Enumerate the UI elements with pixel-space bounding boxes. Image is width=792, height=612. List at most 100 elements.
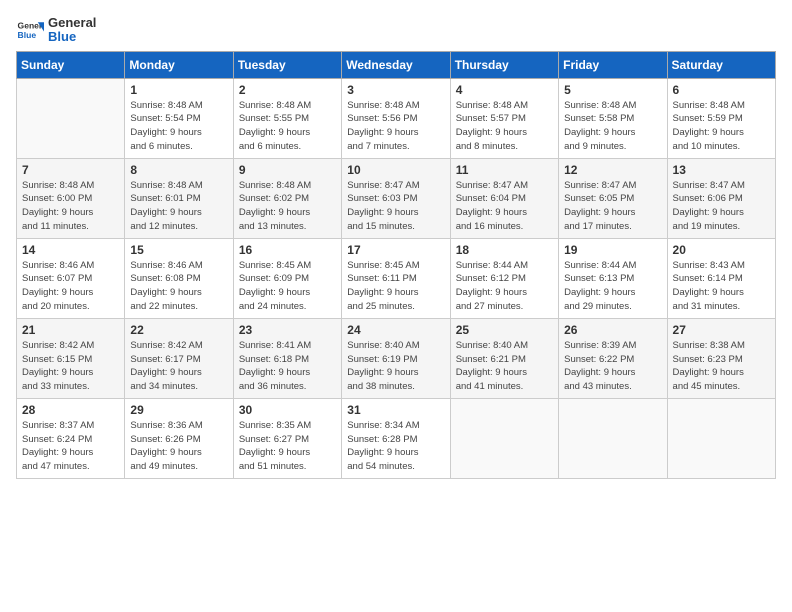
weekday-header-monday: Monday	[125, 51, 233, 78]
day-number: 7	[22, 163, 119, 177]
day-info: Sunrise: 8:47 AMSunset: 6:04 PMDaylight:…	[456, 179, 553, 234]
day-info: Sunrise: 8:44 AMSunset: 6:12 PMDaylight:…	[456, 259, 553, 314]
weekday-header-tuesday: Tuesday	[233, 51, 341, 78]
weekday-header-row: SundayMondayTuesdayWednesdayThursdayFrid…	[17, 51, 776, 78]
day-number: 5	[564, 83, 661, 97]
day-info: Sunrise: 8:48 AMSunset: 5:56 PMDaylight:…	[347, 99, 444, 154]
logo-general: General	[48, 16, 96, 30]
day-info: Sunrise: 8:34 AMSunset: 6:28 PMDaylight:…	[347, 419, 444, 474]
calendar-cell	[450, 398, 558, 478]
day-number: 29	[130, 403, 227, 417]
calendar-cell: 28 Sunrise: 8:37 AMSunset: 6:24 PMDayligh…	[17, 398, 125, 478]
day-info: Sunrise: 8:47 AMSunset: 6:05 PMDaylight:…	[564, 179, 661, 234]
calendar-cell: 12 Sunrise: 8:47 AMSunset: 6:05 PMDayligh…	[559, 158, 667, 238]
calendar-cell: 27 Sunrise: 8:38 AMSunset: 6:23 PMDayligh…	[667, 318, 775, 398]
weekday-header-wednesday: Wednesday	[342, 51, 450, 78]
day-number: 20	[673, 243, 770, 257]
day-number: 10	[347, 163, 444, 177]
calendar-cell: 10 Sunrise: 8:47 AMSunset: 6:03 PMDayligh…	[342, 158, 450, 238]
calendar-cell: 20 Sunrise: 8:43 AMSunset: 6:14 PMDayligh…	[667, 238, 775, 318]
calendar-week-row: 14 Sunrise: 8:46 AMSunset: 6:07 PMDayligh…	[17, 238, 776, 318]
day-number: 26	[564, 323, 661, 337]
calendar-cell: 15 Sunrise: 8:46 AMSunset: 6:08 PMDayligh…	[125, 238, 233, 318]
calendar-cell: 30Sunrise: 8:35 AMSunset: 6:27 PMDayligh…	[233, 398, 341, 478]
weekday-header-friday: Friday	[559, 51, 667, 78]
day-info: Sunrise: 8:40 AMSunset: 6:19 PMDaylight:…	[347, 339, 444, 394]
calendar-cell: 4 Sunrise: 8:48 AMSunset: 5:57 PMDaylight…	[450, 78, 558, 158]
day-info: Sunrise: 8:41 AMSunset: 6:18 PMDaylight:…	[239, 339, 336, 394]
day-number: 18	[456, 243, 553, 257]
calendar-cell: 31 Sunrise: 8:34 AMSunset: 6:28 PMDayligh…	[342, 398, 450, 478]
day-number: 4	[456, 83, 553, 97]
calendar-cell: 24 Sunrise: 8:40 AMSunset: 6:19 PMDayligh…	[342, 318, 450, 398]
logo-icon: General Blue	[16, 16, 44, 44]
day-number: 23	[239, 323, 336, 337]
day-info: Sunrise: 8:46 AMSunset: 6:07 PMDaylight:…	[22, 259, 119, 314]
calendar-cell: 14 Sunrise: 8:46 AMSunset: 6:07 PMDayligh…	[17, 238, 125, 318]
day-number: 15	[130, 243, 227, 257]
calendar-cell: 9 Sunrise: 8:48 AMSunset: 6:02 PMDaylight…	[233, 158, 341, 238]
day-number: 9	[239, 163, 336, 177]
calendar-cell: 18 Sunrise: 8:44 AMSunset: 6:12 PMDayligh…	[450, 238, 558, 318]
day-number: 30	[239, 403, 336, 417]
day-info: Sunrise: 8:43 AMSunset: 6:14 PMDaylight:…	[673, 259, 770, 314]
day-info: Sunrise: 8:48 AMSunset: 5:57 PMDaylight:…	[456, 99, 553, 154]
calendar-cell: 17Sunrise: 8:45 AMSunset: 6:11 PMDayligh…	[342, 238, 450, 318]
header-area: General Blue General Blue	[16, 16, 776, 45]
weekday-header-sunday: Sunday	[17, 51, 125, 78]
day-number: 11	[456, 163, 553, 177]
day-info: Sunrise: 8:42 AMSunset: 6:17 PMDaylight:…	[130, 339, 227, 394]
day-number: 19	[564, 243, 661, 257]
calendar-week-row: 1Sunrise: 8:48 AMSunset: 5:54 PMDaylight…	[17, 78, 776, 158]
day-info: Sunrise: 8:48 AMSunset: 5:54 PMDaylight:…	[130, 99, 227, 154]
calendar-cell: 19Sunrise: 8:44 AMSunset: 6:13 PMDayligh…	[559, 238, 667, 318]
logo-blue: Blue	[48, 30, 96, 44]
day-number: 21	[22, 323, 119, 337]
calendar-cell: 2Sunrise: 8:48 AMSunset: 5:55 PMDaylight…	[233, 78, 341, 158]
day-number: 24	[347, 323, 444, 337]
day-number: 3	[347, 83, 444, 97]
day-number: 6	[673, 83, 770, 97]
day-info: Sunrise: 8:47 AMSunset: 6:06 PMDaylight:…	[673, 179, 770, 234]
calendar-week-row: 21Sunrise: 8:42 AMSunset: 6:15 PMDayligh…	[17, 318, 776, 398]
day-info: Sunrise: 8:48 AMSunset: 6:01 PMDaylight:…	[130, 179, 227, 234]
calendar-cell: 26Sunrise: 8:39 AMSunset: 6:22 PMDayligh…	[559, 318, 667, 398]
day-info: Sunrise: 8:37 AMSunset: 6:24 PMDaylight:…	[22, 419, 119, 474]
day-info: Sunrise: 8:48 AMSunset: 5:58 PMDaylight:…	[564, 99, 661, 154]
calendar-cell	[17, 78, 125, 158]
day-number: 28	[22, 403, 119, 417]
day-number: 12	[564, 163, 661, 177]
calendar-cell: 13 Sunrise: 8:47 AMSunset: 6:06 PMDayligh…	[667, 158, 775, 238]
calendar-cell: 8 Sunrise: 8:48 AMSunset: 6:01 PMDaylight…	[125, 158, 233, 238]
calendar-cell: 21Sunrise: 8:42 AMSunset: 6:15 PMDayligh…	[17, 318, 125, 398]
calendar-cell: 25Sunrise: 8:40 AMSunset: 6:21 PMDayligh…	[450, 318, 558, 398]
calendar-cell: 7Sunrise: 8:48 AMSunset: 6:00 PMDaylight…	[17, 158, 125, 238]
day-info: Sunrise: 8:47 AMSunset: 6:03 PMDaylight:…	[347, 179, 444, 234]
day-number: 8	[130, 163, 227, 177]
calendar-cell: 1Sunrise: 8:48 AMSunset: 5:54 PMDaylight…	[125, 78, 233, 158]
day-info: Sunrise: 8:46 AMSunset: 6:08 PMDaylight:…	[130, 259, 227, 314]
calendar-cell: 3 Sunrise: 8:48 AMSunset: 5:56 PMDaylight…	[342, 78, 450, 158]
weekday-header-saturday: Saturday	[667, 51, 775, 78]
calendar-cell	[667, 398, 775, 478]
day-number: 13	[673, 163, 770, 177]
calendar-table: SundayMondayTuesdayWednesdayThursdayFrid…	[16, 51, 776, 479]
day-number: 22	[130, 323, 227, 337]
day-info: Sunrise: 8:40 AMSunset: 6:21 PMDaylight:…	[456, 339, 553, 394]
day-info: Sunrise: 8:45 AMSunset: 6:09 PMDaylight:…	[239, 259, 336, 314]
calendar-cell: 16Sunrise: 8:45 AMSunset: 6:09 PMDayligh…	[233, 238, 341, 318]
day-info: Sunrise: 8:38 AMSunset: 6:23 PMDaylight:…	[673, 339, 770, 394]
weekday-header-thursday: Thursday	[450, 51, 558, 78]
day-number: 27	[673, 323, 770, 337]
day-info: Sunrise: 8:48 AMSunset: 5:59 PMDaylight:…	[673, 99, 770, 154]
day-info: Sunrise: 8:36 AMSunset: 6:26 PMDaylight:…	[130, 419, 227, 474]
calendar-cell: 22 Sunrise: 8:42 AMSunset: 6:17 PMDayligh…	[125, 318, 233, 398]
day-number: 14	[22, 243, 119, 257]
calendar-cell: 29 Sunrise: 8:36 AMSunset: 6:26 PMDayligh…	[125, 398, 233, 478]
calendar-week-row: 28 Sunrise: 8:37 AMSunset: 6:24 PMDayligh…	[17, 398, 776, 478]
day-info: Sunrise: 8:48 AMSunset: 5:55 PMDaylight:…	[239, 99, 336, 154]
day-number: 31	[347, 403, 444, 417]
day-info: Sunrise: 8:48 AMSunset: 6:02 PMDaylight:…	[239, 179, 336, 234]
calendar-cell: 5 Sunrise: 8:48 AMSunset: 5:58 PMDaylight…	[559, 78, 667, 158]
day-info: Sunrise: 8:45 AMSunset: 6:11 PMDaylight:…	[347, 259, 444, 314]
